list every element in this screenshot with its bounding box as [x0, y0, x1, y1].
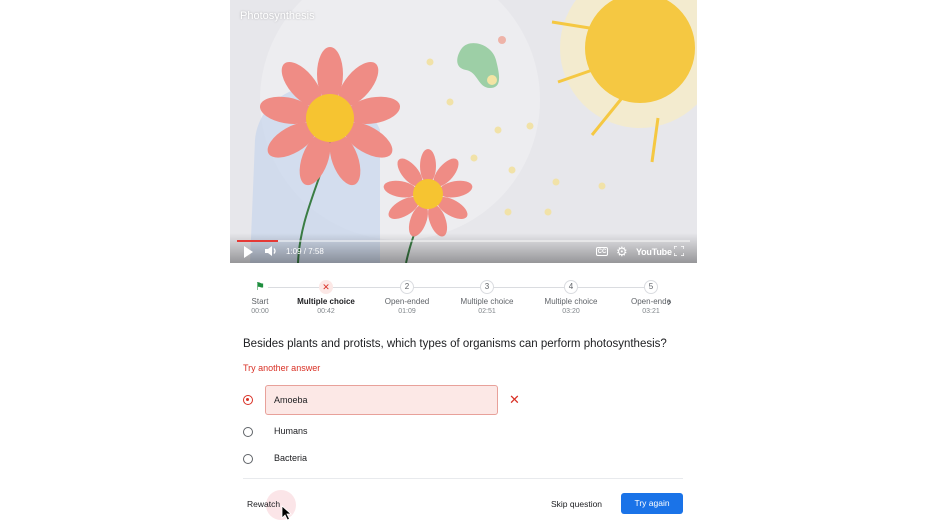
feedback-text: Try another answer — [243, 363, 321, 373]
video-frame-illustration — [230, 0, 697, 263]
play-icon[interactable] — [244, 246, 253, 258]
option-label: Amoeba — [274, 395, 308, 405]
gear-icon[interactable]: ⚙ — [616, 244, 628, 260]
skip-question-button[interactable]: Skip question — [551, 499, 602, 509]
try-again-button[interactable]: Try again — [621, 493, 683, 514]
captions-icon[interactable]: CC — [596, 247, 608, 256]
step-time: 01:09 — [398, 308, 416, 315]
step-time: 03:20 — [562, 308, 580, 315]
video-progress-fill — [237, 240, 278, 242]
step-number: 2 — [400, 280, 414, 294]
flag-icon: ⚑ — [253, 280, 267, 294]
timeline-step-4[interactable]: 4 Multiple choice 03:20 — [531, 278, 611, 315]
video-controls: 1:09 / 7:58 CC ⚙ YouTube — [230, 233, 697, 263]
radio-button-selected[interactable] — [243, 395, 253, 405]
option-label: Bacteria — [274, 453, 308, 463]
radio-button[interactable] — [243, 454, 253, 464]
volume-icon[interactable] — [264, 245, 278, 257]
step-label: Multiple choice — [544, 297, 598, 306]
incorrect-x-icon: ✕ — [509, 392, 520, 407]
rewatch-button[interactable]: Rewatch — [247, 499, 280, 509]
timeline-step-3[interactable]: 3 Multiple choice 02:51 — [447, 278, 527, 315]
video-time: 1:09 / 7:58 — [286, 247, 324, 256]
step-number: 3 — [480, 280, 494, 294]
answer-option-humans[interactable]: Humans — [243, 417, 443, 447]
option-label: Humans — [274, 426, 308, 436]
video-player[interactable]: Photosynthesis 1:09 / 7:58 CC ⚙ YouTube — [230, 0, 697, 263]
step-time: 00:42 — [317, 308, 335, 315]
step-label: Open-ended — [384, 297, 430, 306]
step-label: Multiple choice — [297, 297, 355, 306]
step-time: 02:51 — [478, 308, 496, 315]
timeline-step-1[interactable]: ✕ Multiple choice 00:42 — [286, 278, 366, 315]
youtube-logo[interactable]: YouTube — [636, 247, 672, 257]
timeline-step-2[interactable]: 2 Open-ended 01:09 — [367, 278, 447, 315]
step-label: Open-ended — [631, 297, 671, 306]
divider — [243, 478, 683, 479]
timeline-step-5[interactable]: 5 Open-ended 03:21 — [631, 278, 671, 315]
mouse-cursor-icon — [281, 505, 293, 521]
chevron-right-icon[interactable]: › — [667, 293, 672, 309]
question-text: Besides plants and protists, which types… — [243, 338, 667, 350]
radio-button[interactable] — [243, 427, 253, 437]
video-progress-bar[interactable] — [237, 240, 690, 242]
answer-option-amoeba[interactable]: Amoeba ✕ — [243, 385, 533, 415]
fullscreen-icon[interactable] — [674, 246, 684, 256]
step-label: Multiple choice — [460, 297, 514, 306]
answer-option-bacteria[interactable]: Bacteria — [243, 444, 443, 474]
incorrect-icon: ✕ — [319, 280, 333, 294]
step-time: 03:21 — [642, 308, 660, 315]
video-title: Photosynthesis — [240, 10, 315, 22]
question-timeline: ⚑ Start 00:00 ✕ Multiple choice 00:42 2 … — [230, 278, 697, 328]
step-number: 4 — [564, 280, 578, 294]
step-number: 5 — [644, 280, 658, 294]
